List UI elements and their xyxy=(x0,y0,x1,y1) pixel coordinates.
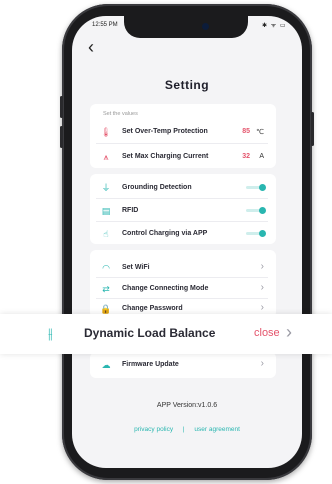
connecting-mode-row[interactable]: ⇄ Change Connecting Mode › xyxy=(100,282,268,295)
over-temp-label: Set Over-Temp Protection xyxy=(122,128,208,135)
divider xyxy=(96,298,268,299)
max-current-label: Set Max Charging Current xyxy=(122,153,209,160)
app-control-label: Control Charging via APP xyxy=(122,230,208,237)
dynamic-load-status: close xyxy=(254,327,280,339)
max-current-unit: A xyxy=(259,153,264,160)
grounding-label: Grounding Detection xyxy=(122,184,192,191)
link-separator: | xyxy=(182,426,185,433)
rfid-icon: ▤ xyxy=(101,206,111,216)
divider xyxy=(96,277,268,278)
connecting-mode-label: Change Connecting Mode xyxy=(122,285,209,292)
over-temp-row[interactable]: 🌡 Set Over-Temp Protection 85 ℃ xyxy=(100,126,268,138)
set-wifi-row[interactable]: ◠ Set WiFi › xyxy=(100,261,268,274)
rfid-label: RFID xyxy=(122,207,139,214)
firmware-row[interactable]: ☁ Firmware Update › xyxy=(100,358,268,371)
divider xyxy=(96,198,268,199)
chevron-right-icon: › xyxy=(260,282,264,293)
power-button xyxy=(311,112,314,146)
app-version: APP Version:v1.0.6 xyxy=(156,402,218,409)
volume-down-button xyxy=(60,126,63,148)
back-button[interactable]: ‹ xyxy=(88,38,94,56)
max-current-row[interactable]: ⩚ Set Max Charging Current 32 A xyxy=(100,151,268,163)
grounding-row: ⏚ Grounding Detection xyxy=(100,182,268,194)
thermometer-icon: 🌡 xyxy=(100,127,112,137)
divider xyxy=(96,143,268,144)
rfid-toggle[interactable] xyxy=(246,207,266,214)
user-agreement-link[interactable]: user agreement xyxy=(194,426,240,433)
grounding-toggle[interactable] xyxy=(246,184,266,191)
over-temp-unit: ℃ xyxy=(256,129,264,136)
current-icon: ⩚ xyxy=(103,152,109,162)
app-control-icon: ☝ xyxy=(103,229,109,239)
firmware-label: Firmware Update xyxy=(122,361,179,368)
section-label: Set the values xyxy=(103,111,138,117)
chevron-right-icon: › xyxy=(260,261,264,272)
volume-up-button xyxy=(60,96,63,118)
chevron-right-icon: › xyxy=(286,322,292,342)
chevron-right-icon: › xyxy=(260,302,264,313)
status-icons: ✱ ᯤ ▭ xyxy=(262,23,287,29)
camera-icon xyxy=(202,23,209,30)
over-temp-value: 85 xyxy=(242,128,250,135)
privacy-policy-link[interactable]: privacy policy xyxy=(134,426,173,433)
app-control-toggle[interactable] xyxy=(246,230,266,237)
notch xyxy=(124,16,248,38)
app-control-row: ☝ Control Charging via APP xyxy=(100,228,268,240)
divider xyxy=(96,221,268,222)
footer-links: privacy policy | user agreement xyxy=(72,426,302,433)
max-current-value: 32 xyxy=(242,153,250,160)
sliders-icon: ⫲ xyxy=(48,325,53,341)
connection-mode-icon: ⇄ xyxy=(102,284,110,294)
set-wifi-label: Set WiFi xyxy=(122,264,150,271)
dynamic-load-label: Dynamic Load Balance xyxy=(84,326,216,340)
status-time: 12:55 PM xyxy=(92,22,118,28)
cloud-upload-icon: ☁ xyxy=(101,360,111,370)
rfid-row: ▤ RFID xyxy=(100,205,268,217)
dynamic-load-balance-row[interactable]: ⫲ Dynamic Load Balance close › xyxy=(0,314,332,354)
grounding-icon: ⏚ xyxy=(101,183,111,193)
chevron-right-icon: › xyxy=(260,358,264,369)
chevron-left-icon: ‹ xyxy=(88,37,94,57)
wifi-icon: ◠ xyxy=(102,263,110,273)
page-title: Setting xyxy=(164,78,210,92)
change-password-label: Change Password xyxy=(122,305,183,312)
